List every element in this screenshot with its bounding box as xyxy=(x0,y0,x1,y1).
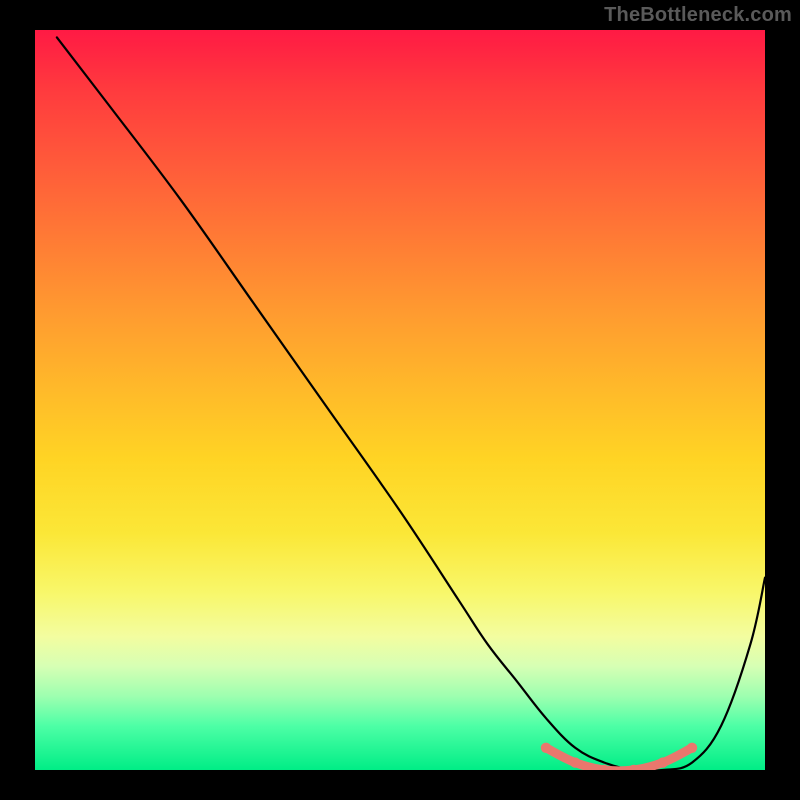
plot-area xyxy=(35,30,765,770)
optimal-dot xyxy=(687,743,697,753)
bottleneck-curve xyxy=(57,37,765,770)
optimal-dot xyxy=(541,743,551,753)
optimal-dot xyxy=(570,757,580,767)
optimal-zone-highlight xyxy=(546,748,692,770)
curve-layer xyxy=(35,30,765,770)
optimal-dot xyxy=(658,757,668,767)
watermark-text: TheBottleneck.com xyxy=(604,4,792,27)
chart-frame: TheBottleneck.com xyxy=(0,0,800,800)
